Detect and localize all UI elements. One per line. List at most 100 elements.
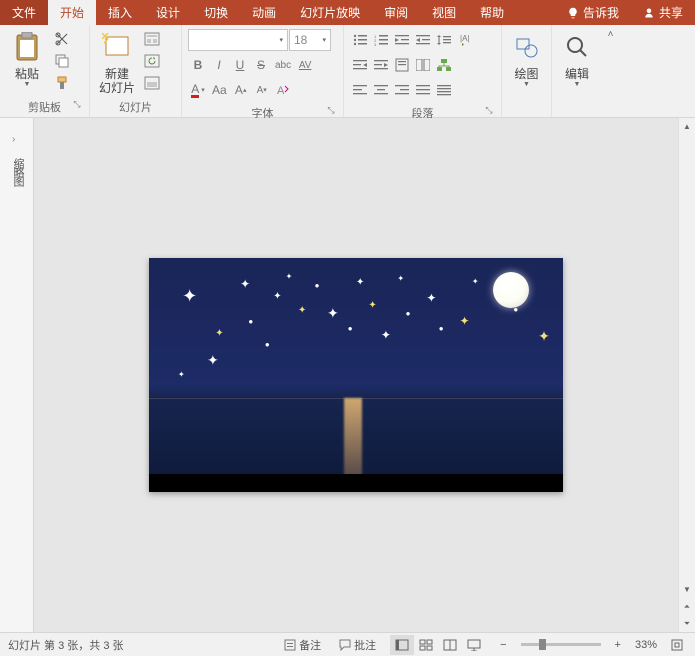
numbering-button[interactable]: 123 xyxy=(371,29,391,51)
vertical-scrollbar[interactable]: ▲ ▼ ⏶ ⏷ xyxy=(678,118,695,632)
outline-title: 缩略图 xyxy=(6,158,26,185)
convert-smartart-button[interactable] xyxy=(434,54,454,76)
reading-view-button[interactable] xyxy=(438,635,462,655)
increase-indent-button[interactable] xyxy=(392,29,412,51)
text-highlight-button[interactable]: abc xyxy=(272,54,294,76)
slide-canvas[interactable]: ✦ ✦ ✦ ✦ ● ✦ ✦ ✦ ● ✦ ● ✦ ✦ ✦ ✦ ● ✦ ● ✦ ✦ … xyxy=(34,118,678,632)
copy-button[interactable] xyxy=(52,51,72,71)
slide-content[interactable]: ✦ ✦ ✦ ✦ ● ✦ ✦ ✦ ● ✦ ● ✦ ✦ ✦ ✦ ● ✦ ● ✦ ✦ … xyxy=(149,258,563,492)
tab-view[interactable]: 视图 xyxy=(420,0,468,25)
prev-slide-button[interactable]: ⏶ xyxy=(679,598,695,615)
grow-font-button[interactable]: A▴ xyxy=(231,79,251,101)
tab-transitions[interactable]: 切换 xyxy=(192,0,240,25)
scrollbar-track[interactable] xyxy=(679,135,695,581)
line-spacing-button[interactable] xyxy=(434,29,454,51)
clipboard-launcher[interactable]: ⤡ xyxy=(71,99,83,111)
align-center-button[interactable] xyxy=(371,79,391,101)
decrease-list-button[interactable] xyxy=(350,54,370,76)
text-direction-button[interactable]: |A| xyxy=(455,29,475,51)
clear-formatting-button[interactable]: A xyxy=(273,79,293,101)
tab-slideshow[interactable]: 幻灯片放映 xyxy=(288,0,372,25)
tab-insert[interactable]: 插入 xyxy=(96,0,144,25)
tab-help[interactable]: 帮助 xyxy=(468,0,516,25)
star-icon: ● xyxy=(248,317,253,326)
increase-list-icon xyxy=(374,59,388,71)
svg-text:2: 2 xyxy=(374,38,377,43)
expand-thumbnails-button[interactable]: › xyxy=(12,134,15,145)
clipboard-icon xyxy=(14,32,40,62)
tab-file[interactable]: 文件 xyxy=(0,0,48,25)
reset-icon xyxy=(144,54,160,68)
zoom-in-button[interactable]: + xyxy=(611,639,625,651)
paste-button[interactable]: 粘贴 ▼ xyxy=(4,27,50,90)
italic-button[interactable]: I xyxy=(209,54,229,76)
align-left-button[interactable] xyxy=(350,79,370,101)
slide-layout-button[interactable] xyxy=(142,29,162,49)
zoom-slider[interactable] xyxy=(521,643,601,646)
comments-button[interactable]: 批注 xyxy=(335,637,380,653)
star-icon: ✦ xyxy=(426,291,436,305)
star-icon: ✦ xyxy=(207,352,219,369)
share-button[interactable]: 共享 xyxy=(631,0,695,25)
sorter-view-button[interactable] xyxy=(414,635,438,655)
columns-button[interactable] xyxy=(413,54,433,76)
numbering-icon: 123 xyxy=(374,34,388,46)
new-slide-button[interactable]: 新建 幻灯片 xyxy=(94,27,140,97)
lightbulb-icon xyxy=(567,7,579,19)
normal-view-button[interactable] xyxy=(390,635,414,655)
shrink-font-button[interactable]: A▾ xyxy=(252,79,272,101)
cut-button[interactable] xyxy=(52,29,72,49)
star-icon: ✦ xyxy=(286,272,293,281)
scroll-up-button[interactable]: ▲ xyxy=(679,118,695,135)
bold-button[interactable]: B xyxy=(188,54,208,76)
zoom-percentage[interactable]: 33% xyxy=(635,639,657,651)
share-label: 共享 xyxy=(659,4,683,21)
tab-animations[interactable]: 动画 xyxy=(240,0,288,25)
section-button[interactable] xyxy=(142,73,162,93)
change-case-button[interactable]: Aa xyxy=(209,79,230,101)
tell-me[interactable]: 告诉我 xyxy=(555,0,631,25)
slideshow-view-button[interactable] xyxy=(462,635,486,655)
star-icon: ✦ xyxy=(240,277,250,291)
format-painter-button[interactable] xyxy=(52,73,72,93)
editing-button[interactable]: 编辑 ▼ xyxy=(556,27,598,90)
zoom-thumb[interactable] xyxy=(539,639,546,650)
paragraph-launcher[interactable]: ⤡ xyxy=(483,105,495,117)
zoom-out-button[interactable]: − xyxy=(496,639,510,651)
star-icon: ✦ xyxy=(472,277,479,286)
paintbrush-icon xyxy=(54,75,70,91)
new-slide-icon xyxy=(102,33,132,61)
eraser-icon: A xyxy=(276,83,290,97)
align-right-button[interactable] xyxy=(392,79,412,101)
fit-to-window-button[interactable] xyxy=(667,639,687,651)
drawing-button[interactable]: 绘图 ▼ xyxy=(506,27,547,90)
bullets-button[interactable] xyxy=(350,29,370,51)
decrease-indent-button[interactable] xyxy=(413,29,433,51)
font-color-button[interactable]: A▾ xyxy=(188,79,208,101)
font-size-combo[interactable]: 18▾ xyxy=(289,29,331,51)
font-launcher[interactable]: ⤡ xyxy=(325,105,337,117)
align-text-button[interactable] xyxy=(392,54,412,76)
font-family-combo[interactable]: ▾ xyxy=(188,29,288,51)
strike-button[interactable]: S xyxy=(251,54,271,76)
notes-button[interactable]: 备注 xyxy=(280,637,325,653)
drawing-label: 绘图 xyxy=(514,67,538,81)
align-justify-button[interactable] xyxy=(413,79,433,101)
reset-slide-button[interactable] xyxy=(142,51,162,71)
char-spacing-button[interactable]: AV xyxy=(295,54,315,76)
collapse-ribbon-button[interactable]: ˄ xyxy=(608,29,614,40)
sorter-view-icon xyxy=(419,639,433,651)
next-slide-button[interactable]: ⏷ xyxy=(679,615,695,632)
align-distribute-button[interactable] xyxy=(434,79,454,101)
tab-review[interactable]: 审阅 xyxy=(372,0,420,25)
text-direction-icon: |A| xyxy=(458,33,472,47)
underline-button[interactable]: U xyxy=(230,54,250,76)
tab-home[interactable]: 开始 xyxy=(48,0,96,25)
star-icon: ✦ xyxy=(368,300,376,311)
tab-design[interactable]: 设计 xyxy=(144,0,192,25)
svg-text:|A|: |A| xyxy=(460,34,470,43)
increase-list-button[interactable] xyxy=(371,54,391,76)
scroll-down-button[interactable]: ▼ xyxy=(679,581,695,598)
align-right-icon xyxy=(395,84,409,96)
align-left-icon xyxy=(353,84,367,96)
